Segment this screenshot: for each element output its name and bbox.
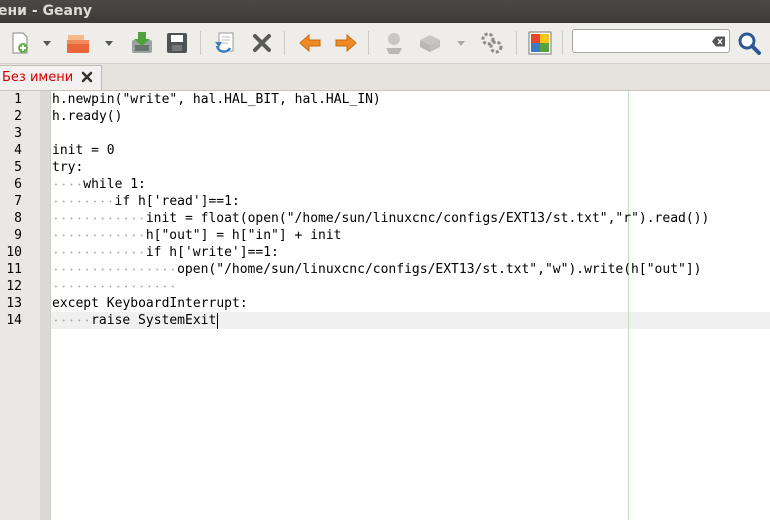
forward-icon [335,33,357,53]
line-number: 1 [14,92,22,107]
line-number: 2 [14,109,22,124]
line-number: 7 [14,194,22,209]
new-file-dropdown-icon[interactable] [42,37,52,49]
window-title: ени - Geany [0,3,93,19]
revert-button[interactable] [210,27,242,59]
code-line: h.newpin("write", hal.HAL_BIT, hal.HAL_I… [52,92,381,107]
color-chooser-button[interactable] [524,27,556,59]
toolbar-separator [562,31,563,55]
window-titlebar: ени - Geany [0,0,770,23]
line-number: 8 [14,211,22,226]
close-tab-icon[interactable] [80,70,94,84]
line-number: 9 [14,228,22,243]
line-number: 12 [6,279,22,294]
save-icon [132,32,152,53]
code-line: init = 0 [52,143,115,158]
save-button[interactable] [126,27,158,59]
close-icon [253,34,271,52]
toolbar-separator [200,31,201,55]
save-all-button[interactable] [161,27,193,59]
code-line: init = float(open("/home/sun/linuxcnc/co… [145,211,710,226]
execute-button[interactable] [476,27,508,59]
code-editor[interactable]: 1 h.newpin("write", hal.HAL_BIT, hal.HAL_… [0,91,770,520]
code-line: open("/home/sun/linuxcnc/configs/EXT13/s… [177,262,702,277]
line-number: 10 [6,245,22,260]
compile-icon [386,33,402,54]
color-chooser-icon [528,31,552,55]
clear-search-icon[interactable] [711,36,725,47]
open-file-button[interactable] [62,27,94,59]
whitespace-marker [52,227,146,244]
code-line: while 1: [83,177,146,192]
whitespace-marker [52,312,92,329]
code-line: raise SystemExit [91,313,217,328]
code-line: h.ready() [52,109,123,124]
toolbar-separator [284,31,285,55]
toolbar-separator [516,31,517,55]
close-file-button[interactable] [246,27,278,59]
forward-button[interactable] [330,27,362,59]
line-number: 11 [6,262,22,277]
build-button [414,27,446,59]
back-button[interactable] [294,27,326,59]
tab-label: Без имени [2,70,74,85]
execute-icon [481,32,503,54]
line-number: 4 [14,143,22,158]
back-icon [299,33,321,53]
new-file-icon [12,32,28,54]
code-line: try: [52,160,84,175]
code-line: if h['write']==1: [145,245,279,260]
whitespace-marker [52,193,115,210]
line-number: 14 [6,313,22,328]
revert-icon [215,32,234,53]
build-icon [420,35,440,52]
whitespace-marker [52,210,146,227]
whitespace-marker [52,278,178,295]
document-tabbar: Без имени [0,64,770,91]
line-number: 13 [6,296,22,311]
code-line: if h['read']==1: [114,194,240,209]
toolbar-separator [368,31,369,55]
whitespace-marker [52,261,178,278]
line-number: 5 [14,160,22,175]
search-button[interactable] [733,27,765,59]
line-number: 6 [14,177,22,192]
search-input[interactable] [572,29,730,53]
tab-untitled[interactable]: Без имени [0,65,102,90]
save-all-icon [167,33,187,53]
new-file-button[interactable] [4,27,36,59]
build-dropdown-icon [457,41,465,46]
long-line-marker [628,91,629,520]
open-file-icon [67,35,89,53]
whitespace-marker [52,244,146,261]
fold-margin [40,91,51,520]
code-line: except KeyboardInterrupt: [52,296,248,311]
code-line: h["out"] = h["in"] + init [145,228,342,243]
text-cursor [217,313,219,329]
line-number: 3 [14,126,22,141]
compile-button [378,27,410,59]
search-icon [738,32,761,55]
whitespace-marker [52,176,84,193]
open-file-dropdown-icon[interactable] [104,37,114,49]
